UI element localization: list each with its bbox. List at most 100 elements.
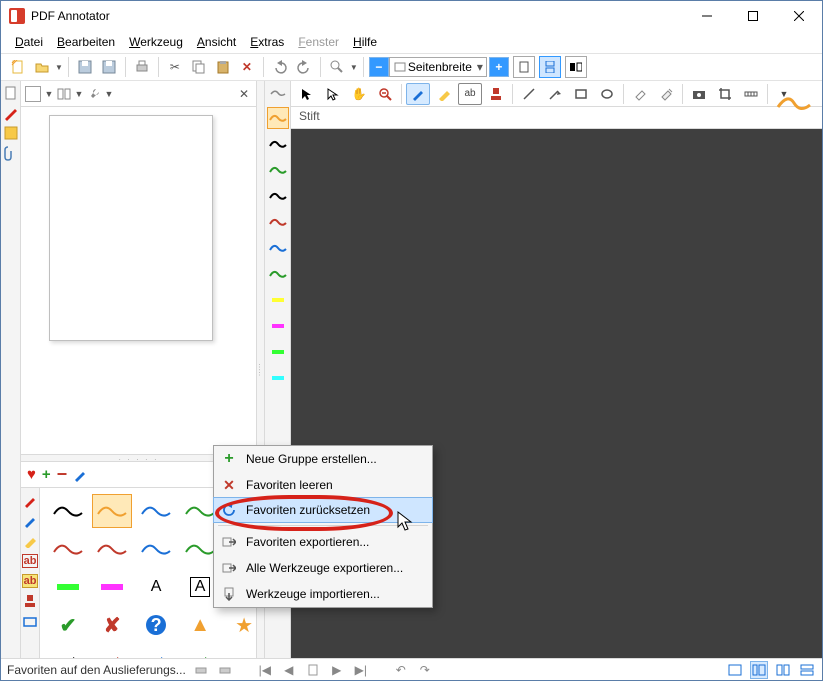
rail2-pen-blue-icon[interactable]	[23, 514, 37, 528]
status-layout3-button[interactable]	[774, 661, 792, 679]
tool-zoom-out-icon[interactable]	[373, 83, 397, 105]
zoom-in-button[interactable]: +	[489, 57, 509, 77]
tool-arrow-cursor-icon[interactable]	[295, 83, 319, 105]
menu-bearbeiten[interactable]: Bearbeiten	[51, 33, 121, 51]
strip-item-3[interactable]	[267, 185, 289, 207]
favorites-edit-button[interactable]	[73, 468, 87, 482]
new-doc-button[interactable]	[7, 56, 29, 78]
undo-button[interactable]	[269, 56, 291, 78]
fav-cell-4-0[interactable]	[48, 646, 88, 658]
tool-text-icon[interactable]: ab	[458, 83, 482, 105]
zoom-mode-select[interactable]: Seitenbreite	[389, 57, 487, 77]
delete-button[interactable]: ✕	[236, 56, 258, 78]
fav-cell-3-3[interactable]: ▲	[180, 608, 220, 642]
tool-ellipse-icon[interactable]	[595, 83, 619, 105]
strip-item-0[interactable]	[267, 107, 289, 129]
fav-cell-4-3[interactable]	[180, 646, 220, 658]
ctx-export-fav[interactable]: Favoriten exportieren...	[214, 529, 432, 555]
fav-cell-2-0[interactable]	[48, 570, 88, 604]
fav-cell-1-2[interactable]	[136, 532, 176, 566]
window-close-button[interactable]	[776, 1, 822, 31]
save-as-button[interactable]	[98, 56, 120, 78]
fav-cell-1-1[interactable]	[92, 532, 132, 566]
fav-cell-1-0[interactable]	[48, 532, 88, 566]
strip-item-5[interactable]	[267, 237, 289, 259]
window-maximize-button[interactable]	[730, 1, 776, 31]
strip-item-1[interactable]	[267, 133, 289, 155]
left-tab-page-icon[interactable]	[25, 86, 41, 102]
window-minimize-button[interactable]	[684, 1, 730, 31]
fav-cell-3-1[interactable]: ✘	[92, 608, 132, 642]
status-layout4-button[interactable]	[798, 661, 816, 679]
copy-button[interactable]	[188, 56, 210, 78]
strip-item-7[interactable]	[267, 289, 289, 311]
status-page-thumb[interactable]	[304, 661, 322, 679]
view-single-button[interactable]	[513, 56, 535, 78]
status-prev-page-button[interactable]: ◀	[280, 661, 298, 679]
tool-measure-icon[interactable]	[739, 83, 763, 105]
cut-button[interactable]: ✂	[164, 56, 186, 78]
menu-werkzeug[interactable]: Werkzeug	[123, 33, 189, 51]
fav-cell-3-4[interactable]: ★	[224, 608, 256, 642]
rail-note-icon[interactable]	[3, 125, 19, 141]
redo-button[interactable]	[293, 56, 315, 78]
rail2-stamp-icon[interactable]	[23, 594, 37, 608]
status-back-button[interactable]: ↶	[392, 661, 410, 679]
zoom-out-button[interactable]: −	[369, 57, 389, 77]
search-button[interactable]	[326, 56, 348, 78]
left-tab-wrench-icon[interactable]	[87, 87, 101, 101]
tool-crop-icon[interactable]	[713, 83, 737, 105]
ctx-clear-fav[interactable]: ✕Favoriten leeren	[214, 472, 432, 498]
tool-rect-icon[interactable]	[569, 83, 593, 105]
favorites-remove-button[interactable]: −	[57, 464, 68, 485]
status-print2-icon[interactable]	[216, 661, 234, 679]
tool-eraser-all-icon[interactable]	[654, 83, 678, 105]
thumbnail-area[interactable]	[21, 107, 256, 454]
rail-clip-icon[interactable]	[3, 145, 19, 161]
strip-item-10[interactable]	[267, 367, 289, 389]
status-next-page-button[interactable]: ▶	[328, 661, 346, 679]
strip-item-4[interactable]	[267, 211, 289, 233]
fav-cell-2-2[interactable]: A	[136, 570, 176, 604]
fav-cell-3-0[interactable]: ✔	[48, 608, 88, 642]
menu-extras[interactable]: Extras	[244, 33, 290, 51]
tool-select-icon[interactable]	[321, 83, 345, 105]
tool-line-icon[interactable]	[517, 83, 541, 105]
tool-arrow-icon[interactable]	[543, 83, 567, 105]
rail2-shape-icon[interactable]	[23, 614, 37, 628]
fav-cell-3-2[interactable]: ?	[136, 608, 176, 642]
fav-cell-4-4[interactable]	[224, 646, 256, 658]
menu-datei[interactable]: Datei	[9, 33, 49, 51]
left-panel-close-button[interactable]: ✕	[236, 86, 252, 102]
tool-pen-icon[interactable]	[406, 83, 430, 105]
menu-hilfe[interactable]: Hilfe	[347, 33, 383, 51]
view-continuous-button[interactable]	[539, 56, 561, 78]
open-button[interactable]	[31, 56, 53, 78]
strip-item-6[interactable]	[267, 263, 289, 285]
ctx-reset-fav[interactable]: Favoriten zurücksetzen	[213, 497, 433, 523]
strip-item-9[interactable]	[267, 341, 289, 363]
rail2-pen-red-icon[interactable]	[23, 494, 37, 508]
tool-snapshot-icon[interactable]	[687, 83, 711, 105]
rail2-text-icon[interactable]: ab	[22, 554, 38, 568]
status-first-page-button[interactable]: |◀	[256, 661, 274, 679]
view-twopage-button[interactable]	[565, 56, 587, 78]
rail2-texthl-icon[interactable]: ab	[22, 574, 38, 588]
tool-eraser-icon[interactable]	[628, 83, 652, 105]
left-tab-page-dropdown[interactable]: ▼	[45, 89, 53, 99]
print-button[interactable]	[131, 56, 153, 78]
rail2-marker-icon[interactable]	[23, 534, 37, 548]
tool-marker-icon[interactable]	[432, 83, 456, 105]
save-button[interactable]	[74, 56, 96, 78]
fav-cell-0-0[interactable]	[48, 494, 88, 528]
fav-cell-0-1[interactable]	[92, 494, 132, 528]
status-print-icon[interactable]	[192, 661, 210, 679]
menu-ansicht[interactable]: Ansicht	[191, 33, 242, 51]
tool-stamp-icon[interactable]	[484, 83, 508, 105]
ctx-export-all[interactable]: Alle Werkzeuge exportieren...	[214, 555, 432, 581]
ctx-import[interactable]: Werkzeuge importieren...	[214, 581, 432, 607]
left-tab-book-dropdown[interactable]: ▼	[75, 89, 83, 99]
fav-cell-4-2[interactable]	[136, 646, 176, 658]
status-fwd-button[interactable]: ↷	[416, 661, 434, 679]
rail-pen-icon[interactable]	[3, 105, 19, 121]
